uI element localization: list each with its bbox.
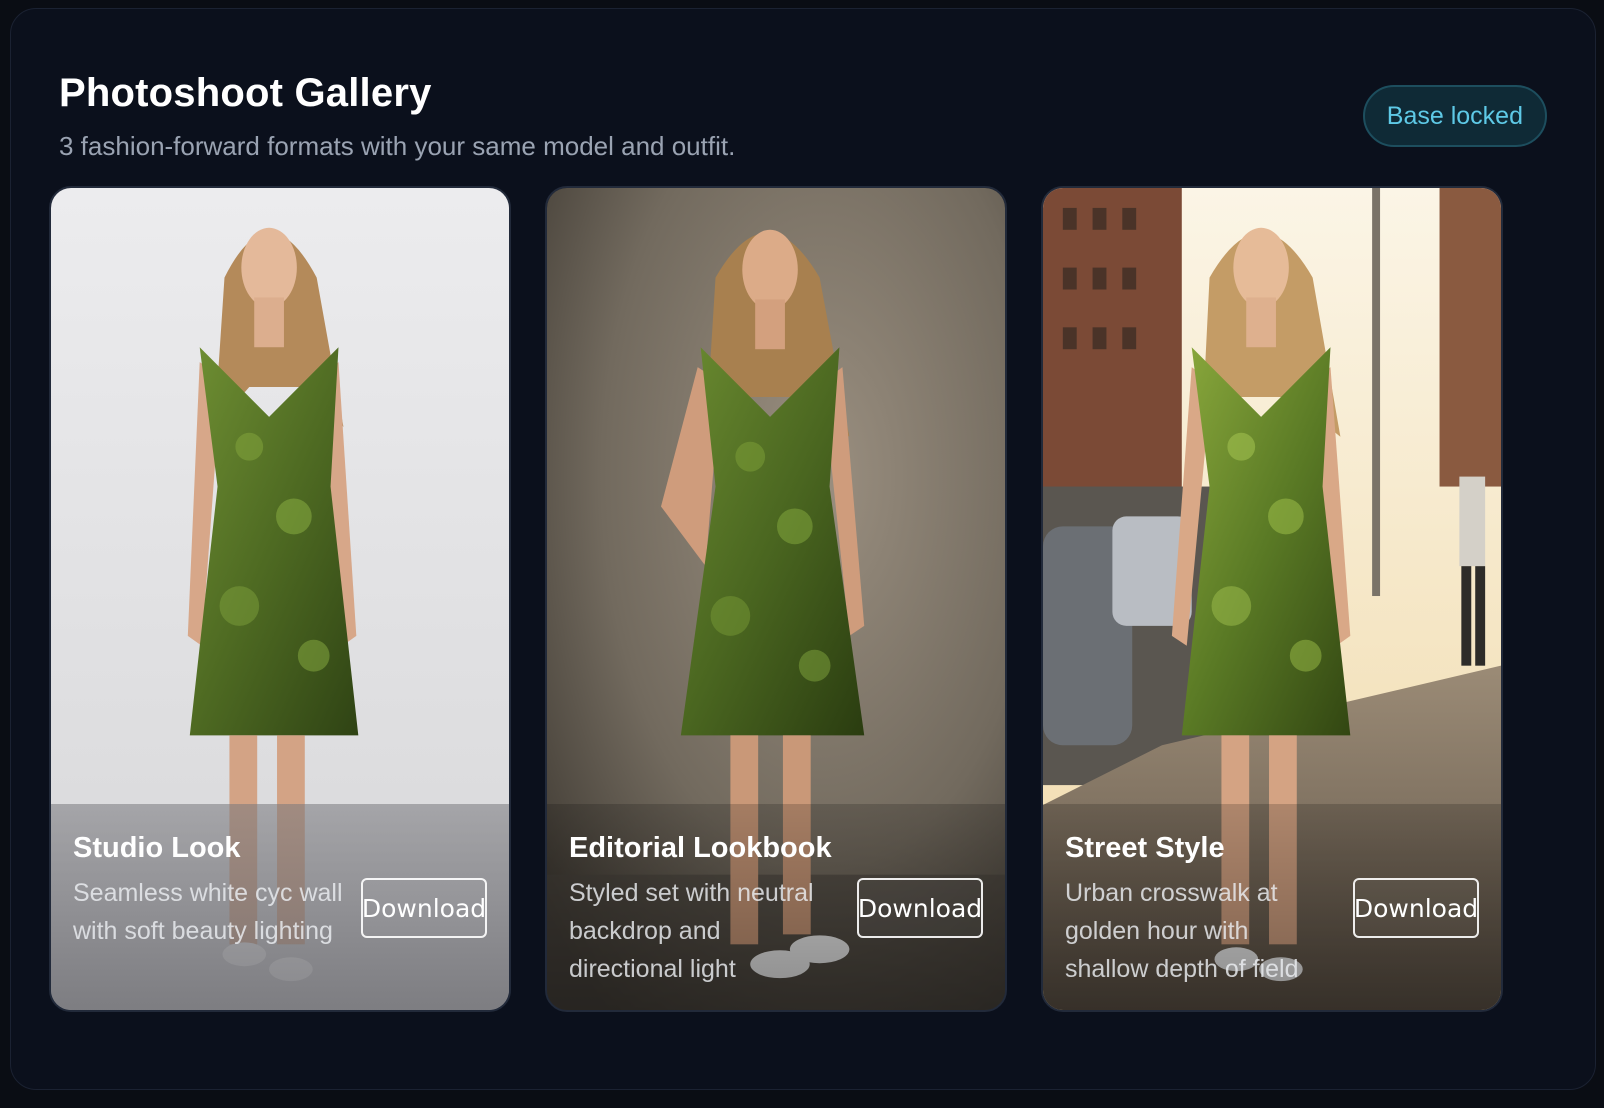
card-description: Seamless white cyc wall with soft beauty… [73, 879, 343, 945]
card-title: Editorial Lookbook [569, 832, 832, 864]
photo-card-studio[interactable]: Studio Look Seamless white cyc wall with… [49, 186, 511, 1012]
photo-card-street[interactable]: Street Style Urban crosswalk at golden h… [1041, 186, 1503, 1012]
page-subtitle: 3 fashion-forward formats with your same… [59, 131, 736, 161]
download-button[interactable]: Download [857, 878, 983, 938]
download-button[interactable]: Download [1353, 878, 1479, 938]
photo-cards: Studio Look Seamless white cyc wall with… [49, 186, 1503, 1012]
card-title: Street Style [1065, 832, 1225, 864]
page-title: Photoshoot Gallery [59, 71, 432, 115]
base-locked-badge[interactable]: Base locked [1362, 85, 1547, 147]
download-button[interactable]: Download [361, 878, 487, 938]
photo-card-editorial[interactable]: Editorial Lookbook Styled set with neutr… [545, 186, 1007, 1012]
card-title: Studio Look [73, 832, 241, 864]
card-description: Urban crosswalk at golden hour with shal… [1065, 879, 1299, 983]
gallery-header: Photoshoot Gallery 3 fashion-forward for… [59, 61, 1547, 171]
card-description: Styled set with neutral backdrop and dir… [569, 879, 814, 983]
